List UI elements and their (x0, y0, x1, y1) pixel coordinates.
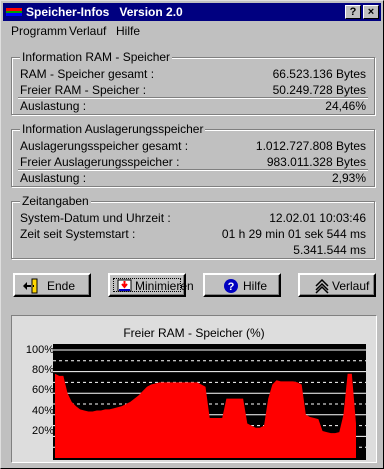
history-chevrons-icon (315, 278, 329, 294)
swap-info-group: Information Auslagerungsspeicher Auslage… (11, 122, 375, 187)
ram-usage-value: 24,46% (325, 99, 366, 113)
ram-usage-label: Auslastung : (20, 99, 87, 113)
swap-free-label: Freier Auslagerungsspeicher : (20, 155, 180, 169)
ram-total-value: 66.523.136 Bytes (272, 67, 366, 81)
swap-total-value: 1.012.727.808 Bytes (255, 139, 366, 153)
memory-app-icon (6, 8, 22, 16)
menu-verlauf[interactable]: Verlauf (69, 24, 106, 38)
free-ram-chart: Freier RAM - Speicher (%) 100% 80% 60% 4… (11, 315, 377, 463)
chart-plot-area (53, 344, 366, 460)
y-tick-label: 20% (31, 425, 54, 437)
uptime-value: 01 h 29 min 01 sek 544 ms (221, 227, 366, 241)
ram-group-title: Information RAM - Speicher (20, 50, 173, 64)
verlauf-button-label: Verlauf (332, 279, 370, 293)
ende-button[interactable]: Ende (13, 273, 91, 297)
swap-total-label: Auslagerungsspeicher gesamt : (20, 139, 189, 153)
minimize-icon (117, 279, 132, 292)
swap-free-value: 983.011.328 Bytes (266, 155, 366, 169)
exit-door-icon (23, 278, 38, 294)
minimieren-button-label: Minimieren (135, 279, 194, 293)
chart-svg (53, 349, 366, 458)
ram-free-label: Freier RAM - Speicher : (20, 83, 147, 97)
help-icon: ? (224, 279, 238, 293)
y-tick-label: 80% (31, 364, 54, 376)
window-title: Speicher-Infos Version 2.0 (26, 5, 183, 19)
verlauf-button[interactable]: Verlauf (298, 273, 376, 297)
hilfe-button[interactable]: ? Hilfe (203, 273, 281, 297)
swap-usage-value: 2,93% (331, 171, 366, 185)
ram-info-group: Information RAM - Speicher RAM - Speiche… (11, 50, 375, 115)
menu-programm[interactable]: Programm (11, 24, 67, 38)
system-datetime-value: 12.02.01 10:03:46 (269, 211, 366, 225)
uptime-label: Zeit seit Systemstart : (20, 227, 136, 241)
y-tick-label: 60% (31, 384, 54, 396)
app-window: Speicher-Infos Version 2.0 ? × Programm … (0, 0, 384, 469)
uptime-ms-value: 5.341.544 ms (293, 243, 366, 257)
svg-text:?: ? (228, 281, 235, 293)
ende-button-label: Ende (47, 279, 76, 293)
ram-free-value: 50.249.728 Bytes (272, 83, 366, 97)
time-info-group: Zeitangaben System-Datum und Uhrzeit : 1… (11, 194, 375, 259)
system-datetime-label: System-Datum und Uhrzeit : (20, 211, 171, 225)
close-button[interactable]: × (363, 5, 379, 19)
swap-usage-label: Auslastung : (20, 171, 87, 185)
title-bar[interactable]: Speicher-Infos Version 2.0 ? × (3, 3, 381, 21)
menu-hilfe[interactable]: Hilfe (116, 24, 140, 38)
y-tick-label: 100% (25, 344, 54, 356)
swap-group-title: Information Auslagerungsspeicher (20, 122, 206, 136)
hilfe-button-label: Hilfe (243, 279, 268, 293)
menu-bar: Programm Verlauf Hilfe (3, 22, 381, 40)
chart-title: Freier RAM - Speicher (%) (123, 326, 265, 340)
minimieren-button[interactable]: Minimieren (108, 273, 194, 297)
ram-total-label: RAM - Speicher gesamt : (20, 67, 155, 81)
help-title-button[interactable]: ? (345, 5, 361, 19)
time-group-title: Zeitangaben (20, 194, 91, 208)
free-ram-series-area (55, 373, 356, 458)
y-tick-label: 40% (31, 405, 54, 417)
